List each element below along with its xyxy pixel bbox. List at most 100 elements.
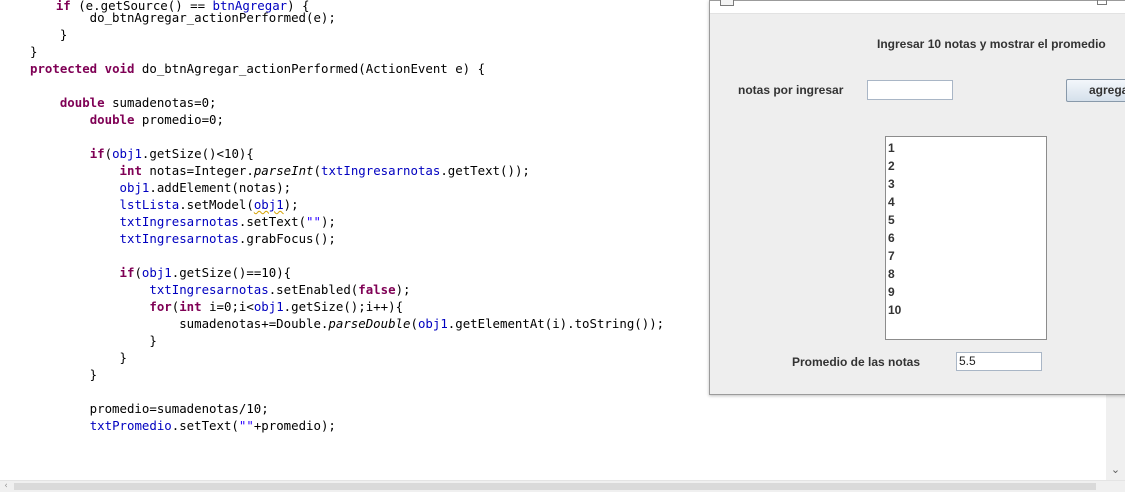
code-token: ( [134, 265, 142, 280]
code-token: sumadenotas+=Double. [30, 316, 329, 331]
code-token: obj1 [141, 265, 172, 280]
code-line: sumadenotas+=Double.parseDouble(obj1.get… [30, 315, 664, 332]
code-line: if(obj1.getSize()==10){ [30, 264, 292, 281]
horizontal-scrollbar[interactable]: ‹ [0, 480, 1125, 492]
code-line: } [30, 332, 157, 349]
promedio-label: Promedio de las notas [792, 355, 921, 369]
code-token: txtIngresarnotas [149, 282, 269, 297]
list-item[interactable]: 10 [888, 301, 1046, 319]
code-line: } [30, 43, 37, 60]
code-token: int [179, 299, 202, 314]
code-token: double [59, 95, 105, 110]
code-token: .setModel( [179, 197, 254, 212]
notas-input[interactable] [867, 80, 953, 100]
code-token: if [119, 265, 135, 280]
code-token: ); [320, 214, 336, 229]
code-token: .setText( [171, 418, 239, 433]
chevron-left-icon[interactable]: ‹ [0, 481, 12, 493]
code-token: parseDouble [328, 316, 411, 331]
scrollbar-thumb[interactable] [14, 483, 1096, 490]
code-line: for(int i=0;i<obj1.getSize();i++){ [30, 298, 403, 315]
list-item[interactable]: 8 [888, 265, 1046, 283]
code-token: .getSize()<10){ [141, 146, 254, 161]
code-token: .getElementAt(i).toString()); [447, 316, 665, 331]
code-token: "" [238, 418, 254, 433]
code-token: ); [395, 282, 411, 297]
code-token: if [89, 146, 105, 161]
list-item[interactable]: 6 [888, 229, 1046, 247]
chevron-down-icon[interactable]: ⌄ [1106, 460, 1125, 480]
code-token: notas=Integer. [141, 163, 254, 178]
code-token: txtIngresarnotas [320, 163, 441, 178]
code-line: txtPromedio.setText(""+promedio); [30, 417, 336, 434]
code-line: txtIngresarnotas.grabFocus(); [30, 230, 336, 247]
code-token: "" [306, 214, 321, 229]
list-item[interactable]: 2 [888, 157, 1046, 175]
code-token: promedio=0; [134, 112, 224, 127]
header-label: Ingresar 10 notas y mostrar el promedio [877, 37, 1106, 51]
code-token: txtIngresarnotas [119, 231, 239, 246]
code-line: double sumadenotas=0; [30, 94, 217, 111]
notas-label: notas por ingresar [738, 83, 844, 97]
code-line: if(obj1.getSize()<10){ [30, 145, 254, 162]
code-token: } [30, 333, 157, 348]
notas-list[interactable]: 1 2 3 4 5 6 7 8 9 10 [885, 136, 1047, 340]
code-token: } [30, 27, 68, 42]
code-token: promedio=sumadenotas/10; [30, 401, 269, 416]
code-token: ( [410, 316, 418, 331]
code-line: } [30, 26, 67, 43]
code-token: .getSize()==10){ [171, 265, 292, 280]
list-item[interactable]: 7 [888, 247, 1046, 265]
code-token: i=0;i< [201, 299, 254, 314]
code-token: .getText()); [440, 163, 530, 178]
code-line: obj1.addElement(notas); [30, 179, 292, 196]
code-line: do_btnAgregar_actionPerformed(e); [30, 9, 336, 26]
code-token: } [30, 350, 127, 365]
code-token: } [30, 367, 98, 382]
code-token: txtPromedio [89, 418, 172, 433]
code-line: txtIngresarnotas.setText(""); [30, 213, 336, 230]
code-line: promedio=sumadenotas/10; [30, 400, 269, 417]
window-titlebar[interactable] [710, 0, 1125, 14]
list-item[interactable]: 1 [888, 139, 1046, 157]
code-line: } [30, 366, 97, 383]
code-token: do_btnAgregar_actionPerformed(ActionEven… [134, 61, 486, 76]
code-token: false [358, 282, 396, 297]
list-item[interactable]: 4 [888, 193, 1046, 211]
code-token: obj1 [119, 180, 150, 195]
code-line: protected void do_btnAgregar_actionPerfo… [30, 60, 485, 77]
code-line: } [30, 349, 127, 366]
app-window: Ingresar 10 notas y mostrar el promedio … [709, 0, 1125, 395]
code-token: do_btnAgregar_actionPerformed(e); [30, 10, 336, 25]
code-token: .setEnabled( [268, 282, 359, 297]
code-line: txtIngresarnotas.setEnabled(false); [30, 281, 410, 298]
close-icon[interactable] [1097, 0, 1107, 5]
list-item[interactable]: 9 [888, 283, 1046, 301]
code-line: lstLista.setModel(obj1); [30, 196, 299, 213]
code-token: .getSize();i++){ [283, 299, 404, 314]
agregar-button[interactable]: agregar [1066, 79, 1125, 102]
promedio-field[interactable]: 5.5 [956, 352, 1042, 371]
list-item[interactable]: 3 [888, 175, 1046, 193]
list-item[interactable]: 5 [888, 211, 1046, 229]
code-token: obj1 [112, 146, 142, 161]
code-token: .setText( [238, 214, 307, 229]
code-token: for [149, 299, 172, 314]
code-line: double promedio=0; [30, 111, 224, 128]
code-token: double [89, 112, 135, 127]
code-token: sumadenotas=0; [104, 95, 217, 110]
code-token: .grabFocus(); [238, 231, 336, 246]
code-token: +promedio); [253, 418, 336, 433]
code-token: parseInt [253, 163, 314, 178]
code-token: obj1 [253, 299, 284, 314]
